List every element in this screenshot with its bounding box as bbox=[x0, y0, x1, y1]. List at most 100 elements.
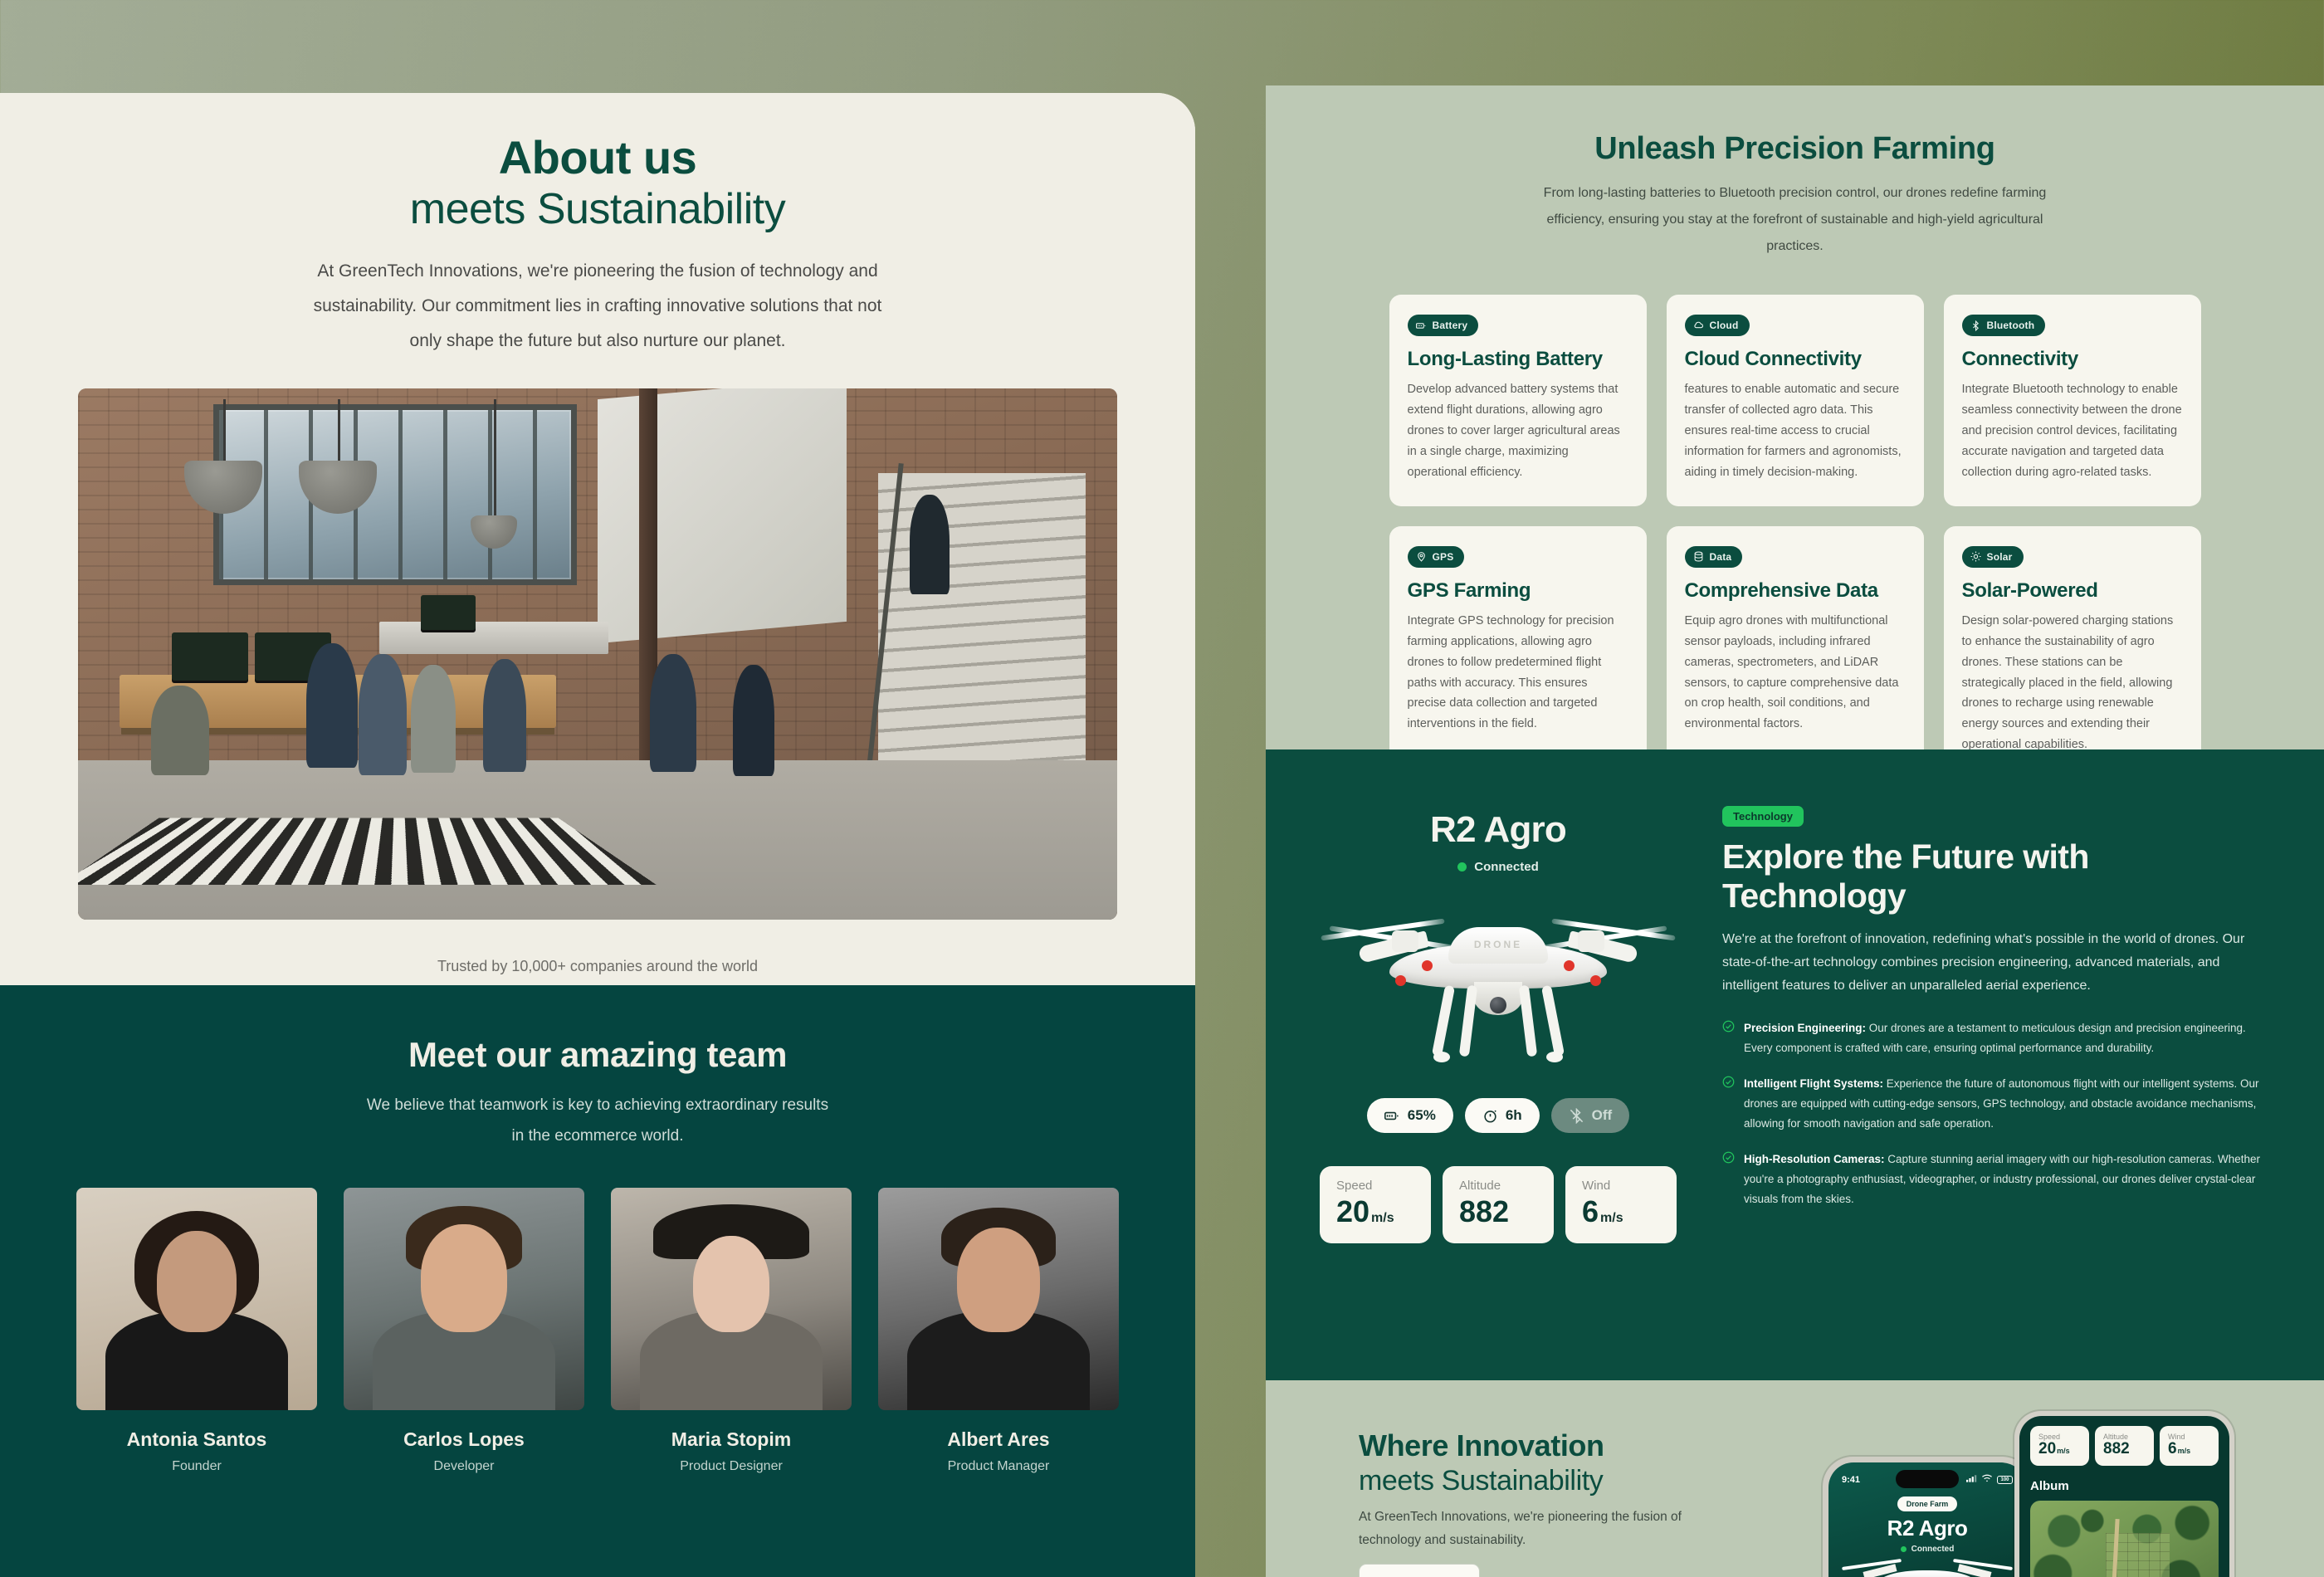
phone-stat-row: Speed 20m/s Altitude 882 Wind 6m/s bbox=[2030, 1426, 2219, 1466]
phone-drone-name: R2 Agro bbox=[1887, 1516, 1968, 1540]
gps-pin-icon bbox=[1417, 552, 1425, 562]
about-section: About us meets Sustainability At GreenTe… bbox=[0, 93, 1195, 1029]
avatar bbox=[878, 1188, 1119, 1411]
drone-illustration: DRONE bbox=[1316, 896, 1681, 1070]
card-title: Long-Lasting Battery bbox=[1407, 348, 1604, 370]
precision-title: Unleash Precision Farming bbox=[1594, 131, 1995, 166]
stat-value: 6m/s bbox=[2168, 1440, 2191, 1457]
avatar bbox=[611, 1188, 852, 1411]
page-title: About us bbox=[498, 131, 697, 183]
battery-icon bbox=[1384, 1111, 1399, 1120]
phone-drone-status: Connected bbox=[1828, 1545, 2026, 1554]
cellular-icon bbox=[1966, 1474, 1977, 1485]
card-tag: GPS bbox=[1407, 545, 1465, 568]
team-member: Albert Ares Product Manager bbox=[878, 1188, 1119, 1474]
team-section: Meet our amazing team We believe that te… bbox=[0, 985, 1195, 1577]
bluetooth-icon bbox=[1972, 320, 1979, 331]
status-dot-icon bbox=[1457, 862, 1467, 872]
card-title: Connectivity bbox=[1961, 348, 2079, 370]
feature-card-bluetooth[interactable]: Bluetooth Connectivity Integrate Bluetoo… bbox=[1943, 295, 2201, 506]
member-name: Antonia Santos bbox=[126, 1428, 267, 1451]
feature-card-cloud[interactable]: Cloud Cloud Connectivity features to ena… bbox=[1666, 295, 1924, 506]
stat-card-wind: Wind 6m/s bbox=[2160, 1426, 2219, 1466]
check-circle-icon bbox=[1722, 1076, 1735, 1134]
card-body: Integrate Bluetooth technology to enable… bbox=[1961, 383, 2182, 479]
wifi-icon bbox=[1981, 1474, 1993, 1485]
card-tag: Cloud bbox=[1684, 315, 1750, 336]
stat-card-altitude: Altitude 882 bbox=[2095, 1426, 2154, 1466]
status-badge: Technology bbox=[1722, 806, 1804, 827]
office-team-photo bbox=[78, 388, 1117, 920]
card-title: Comprehensive Data bbox=[1684, 579, 1879, 602]
member-role: Product Manager bbox=[947, 1459, 1050, 1474]
bullet-heading: Intelligent Flight Systems: bbox=[1744, 1077, 1884, 1091]
drone-name: R2 Agro bbox=[1430, 809, 1567, 850]
get-started-button[interactable]: Get started bbox=[1359, 1563, 1481, 1577]
cloud-icon bbox=[1693, 321, 1703, 328]
phone-time: 9:41 bbox=[1842, 1474, 1861, 1485]
member-role: Founder bbox=[172, 1459, 222, 1474]
battery-icon: 100 bbox=[1997, 1475, 2013, 1484]
stat-label: Altitude bbox=[1459, 1179, 1501, 1193]
battery-icon bbox=[1415, 322, 1425, 329]
status-dot-icon bbox=[1900, 1546, 1907, 1552]
timer-icon bbox=[1484, 1110, 1496, 1122]
innovation-paragraph: At GreenTech Innovations, we're pioneeri… bbox=[1359, 1510, 1682, 1547]
list-item: Precision Engineering: Our drones are a … bbox=[1722, 1018, 2274, 1058]
bluetooth-off-icon bbox=[1570, 1107, 1583, 1124]
card-title: GPS Farming bbox=[1407, 579, 1531, 602]
list-item: Intelligent Flight Systems: Experience t… bbox=[1722, 1074, 2274, 1134]
member-name: Albert Ares bbox=[947, 1428, 1050, 1451]
phone-notch bbox=[1896, 1470, 1959, 1488]
feature-card-data[interactable]: Data Comprehensive Data Equip agro drone… bbox=[1666, 525, 1924, 779]
stat-card-wind: Wind 6m/s bbox=[1565, 1166, 1677, 1243]
card-tag: Battery bbox=[1407, 315, 1479, 336]
feature-card-gps[interactable]: GPS GPS Farming Integrate GPS technology… bbox=[1389, 525, 1647, 779]
album-thumbnail[interactable]: 126 pictures bbox=[2030, 1500, 2219, 1577]
phone-chip-label: Drone Farm bbox=[1897, 1496, 1958, 1511]
avatar bbox=[76, 1188, 317, 1411]
stat-value: 882 bbox=[1459, 1194, 1510, 1228]
team-member: Maria Stopim Product Designer bbox=[611, 1188, 852, 1474]
technology-paragraph: We're at the forefront of innovation, re… bbox=[1722, 932, 2245, 993]
member-name: Maria Stopim bbox=[671, 1428, 792, 1451]
drone-technology-section: R2 Agro Connected DRONE 65% 6h Off Speed… bbox=[1266, 749, 2324, 1380]
technology-content: Technology Explore the Future with Techn… bbox=[1722, 799, 2274, 1380]
bluetooth-pill[interactable]: Off bbox=[1550, 1098, 1630, 1133]
battery-pill[interactable]: 65% bbox=[1366, 1098, 1453, 1133]
team-member: Carlos Lopes Developer bbox=[344, 1188, 584, 1474]
member-role: Developer bbox=[433, 1459, 495, 1474]
sun-icon bbox=[1970, 551, 1980, 562]
feature-card-solar[interactable]: Solar Solar-Powered Design solar-powered… bbox=[1943, 525, 2201, 779]
trusted-by-label: Trusted by 10,000+ companies around the … bbox=[437, 957, 759, 974]
drone-stat-cards: Speed 20 m/s Altitude 882 Wind 6 m/s bbox=[1316, 1166, 1681, 1243]
stat-value: 882 bbox=[2103, 1440, 2130, 1457]
precision-subtitle: From long-lasting batteries to Bluetooth… bbox=[1543, 186, 2047, 253]
phone-drone-illustration bbox=[1828, 1557, 2026, 1577]
card-title: Solar-Powered bbox=[1961, 579, 2098, 602]
bullet-heading: High-Resolution Cameras: bbox=[1744, 1153, 1885, 1166]
team-member: Antonia Santos Founder bbox=[76, 1188, 317, 1474]
feature-cards-grid: Battery Long-Lasting Battery Develop adv… bbox=[1266, 295, 2324, 779]
avatar bbox=[344, 1188, 584, 1411]
card-tag: Solar bbox=[1961, 545, 2024, 568]
card-title: Cloud Connectivity bbox=[1684, 348, 1863, 370]
flight-time-pill[interactable]: 6h bbox=[1464, 1098, 1540, 1133]
member-name: Carlos Lopes bbox=[403, 1428, 525, 1451]
team-grid: Antonia Santos Founder Carlos Lopes Deve… bbox=[0, 1188, 1195, 1474]
about-panel: About us meets Sustainability At GreenTe… bbox=[0, 93, 1195, 1577]
drone-status-pills: 65% 6h Off bbox=[1316, 1098, 1681, 1133]
list-item: High-Resolution Cameras: Capture stunnin… bbox=[1722, 1150, 2274, 1209]
stat-label: Wind bbox=[1582, 1179, 1611, 1193]
album-heading: Album bbox=[2030, 1478, 2069, 1493]
card-body: Design solar-powered charging stations t… bbox=[1961, 613, 2174, 752]
stat-value: 20m/s bbox=[1336, 1194, 1394, 1228]
phone-mockup-album: Speed 20m/s Altitude 882 Wind 6m/s Album… bbox=[2014, 1411, 2234, 1577]
feature-card-battery[interactable]: Battery Long-Lasting Battery Develop adv… bbox=[1389, 295, 1647, 506]
bullet-heading: Precision Engineering: bbox=[1744, 1022, 1867, 1035]
phone-mockup-home: 9:41 100 Drone Farm R2 Agro Connected bbox=[1823, 1457, 2032, 1577]
precision-farming-section: Unleash Precision Farming From long-last… bbox=[1266, 85, 2324, 779]
technology-title: Explore the Future with Technology bbox=[1722, 837, 2089, 915]
card-body: Equip agro drones with multifunctional s… bbox=[1684, 613, 1899, 731]
team-title: Meet our amazing team bbox=[408, 1035, 788, 1074]
